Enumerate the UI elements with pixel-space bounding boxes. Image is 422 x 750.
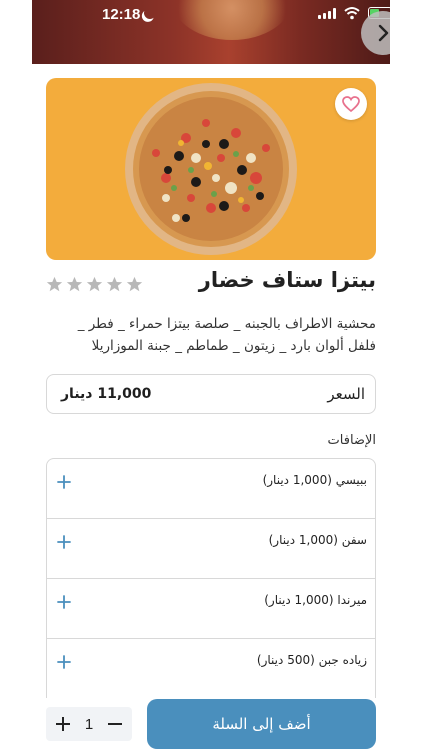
wifi-icon <box>344 7 360 20</box>
increase-quantity-button[interactable] <box>56 717 70 731</box>
quantity-value: 1 <box>84 715 94 733</box>
star-icon[interactable] <box>86 276 103 293</box>
decrease-quantity-button[interactable] <box>108 717 122 731</box>
addon-item[interactable]: ببيسي (1,000 دينار) <box>47 459 375 519</box>
moon-icon <box>142 5 157 20</box>
plus-icon[interactable] <box>56 534 72 550</box>
star-icon[interactable] <box>126 276 143 293</box>
addon-label: زياده جبن (500 دينار) <box>256 653 367 667</box>
product-title: بيتزا ستاف خضار <box>198 268 376 292</box>
plus-icon[interactable] <box>56 654 72 670</box>
star-icon[interactable] <box>46 276 63 293</box>
addon-item[interactable]: زياده جبن (500 دينار) <box>47 639 375 698</box>
plus-icon[interactable] <box>56 474 72 490</box>
plus-icon[interactable] <box>56 594 72 610</box>
add-to-cart-button[interactable]: أضف إلى السلة <box>147 699 376 749</box>
star-icon[interactable] <box>106 276 123 293</box>
addon-label: سفن (1,000 دينار) <box>268 533 367 547</box>
product-page: 12:18 بيتزا ستاف خضار محشية الاطراف بالج… <box>0 0 422 750</box>
header-image: 12:18 <box>32 0 390 64</box>
rating-stars <box>46 276 143 293</box>
status-time: 12:18 <box>102 6 141 23</box>
back-button[interactable] <box>361 11 390 55</box>
chevron-right-icon <box>378 24 389 42</box>
product-description: محشية الاطراف بالجبنه _ صلصة بيتزا حمراء… <box>77 316 376 354</box>
signal-icon <box>318 8 336 19</box>
addon-label: ميرندا (1,000 دينار) <box>264 593 367 607</box>
addon-label: ببيسي (1,000 دينار) <box>262 473 367 487</box>
price-label: السعر <box>327 385 365 403</box>
star-icon[interactable] <box>66 276 83 293</box>
quantity-stepper: 1 <box>46 707 132 741</box>
addons-heading: الإضافات <box>327 433 376 448</box>
pizza-illustration <box>125 83 297 255</box>
heart-icon <box>342 96 360 112</box>
price-box: 11,000 دينار السعر <box>46 374 376 414</box>
price-value: 11,000 دينار <box>61 386 152 402</box>
favorite-button[interactable] <box>335 88 367 120</box>
pizza-crust-graphic <box>172 0 292 40</box>
product-image <box>46 78 376 260</box>
addons-list: ببيسي (1,000 دينار) سفن (1,000 دينار) مي… <box>46 458 376 698</box>
addon-item[interactable]: سفن (1,000 دينار) <box>47 519 375 579</box>
addon-item[interactable]: ميرندا (1,000 دينار) <box>47 579 375 639</box>
